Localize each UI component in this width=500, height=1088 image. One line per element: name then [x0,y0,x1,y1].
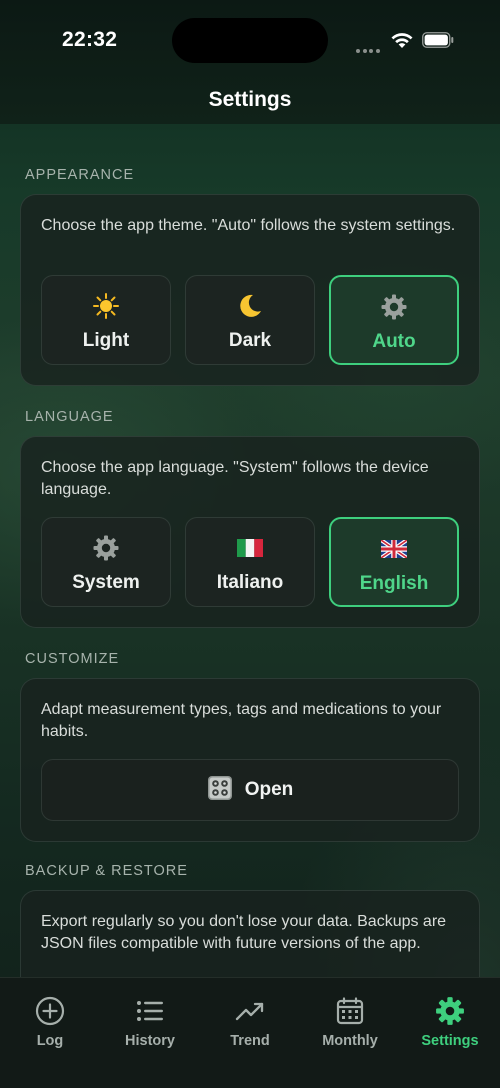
page-title: Settings [208,88,292,111]
tab-trend[interactable]: Trend [200,996,300,1049]
theme-option-label: Light [82,330,130,351]
open-button-label: Open [244,779,294,800]
backup-section-title: BACKUP & RESTORE [25,863,188,879]
gear-icon [400,996,500,1026]
tab-history[interactable]: History [100,996,200,1049]
italy-flag-icon [186,534,314,562]
tab-bar: Log History Trend Monthly Settings [0,977,500,1088]
tab-log[interactable]: Log [0,996,100,1049]
language-option-label: System [72,572,140,593]
list-icon [100,996,200,1026]
tab-monthly[interactable]: Monthly [300,996,400,1049]
language-option-italiano[interactable]: Italiano [185,517,315,607]
appearance-description: Choose the app theme. "Auto" follows the… [41,217,456,234]
language-option-system[interactable]: System [41,517,171,607]
language-section-title: LANGUAGE [25,409,114,425]
uk-flag-icon [331,535,457,563]
customize-description: Adapt measurement types, tags and medica… [41,701,442,740]
language-option-label: Italiano [216,572,284,593]
battery-icon [422,32,454,48]
theme-option-light[interactable]: Light [41,275,171,365]
status-time: 22:32 [62,28,118,51]
plus-circle-icon [0,996,100,1026]
moon-icon [186,292,314,320]
control-knobs-icon [207,775,233,806]
theme-option-label: Dark [228,330,272,351]
theme-option-dark[interactable]: Dark [185,275,315,365]
customize-card: Adapt measurement types, tags and medica… [20,678,480,842]
customize-section-title: CUSTOMIZE [25,651,120,667]
tab-label: History [125,1033,175,1049]
dynamic-island [172,18,328,63]
tab-label: Trend [230,1033,270,1049]
gear-icon [42,534,170,562]
language-option-label: English [359,573,429,594]
language-card: Choose the app language. "System" follow… [20,436,480,628]
theme-option-label: Auto [372,331,416,352]
tab-settings[interactable]: Settings [400,996,500,1049]
backup-description: Export regularly so you don't lose your … [41,913,447,952]
signal-icon [356,40,384,53]
sun-icon [42,292,170,320]
gear-icon [331,293,457,321]
theme-option-auto[interactable]: Auto [329,275,459,365]
language-option-english[interactable]: English [329,517,459,607]
appearance-section-title: APPEARANCE [25,167,135,183]
calendar-icon [300,996,400,1026]
tab-label: Settings [421,1033,479,1049]
tab-label: Log [36,1033,64,1049]
appearance-card: Choose the app theme. "Auto" follows the… [20,194,480,386]
language-description: Choose the app language. "System" follow… [41,459,429,498]
open-customize-button[interactable]: Open [41,759,459,821]
tab-label: Monthly [322,1033,378,1049]
status-bar: 22:32 [0,0,500,80]
trend-icon [200,996,300,1026]
wifi-icon [391,33,413,48]
